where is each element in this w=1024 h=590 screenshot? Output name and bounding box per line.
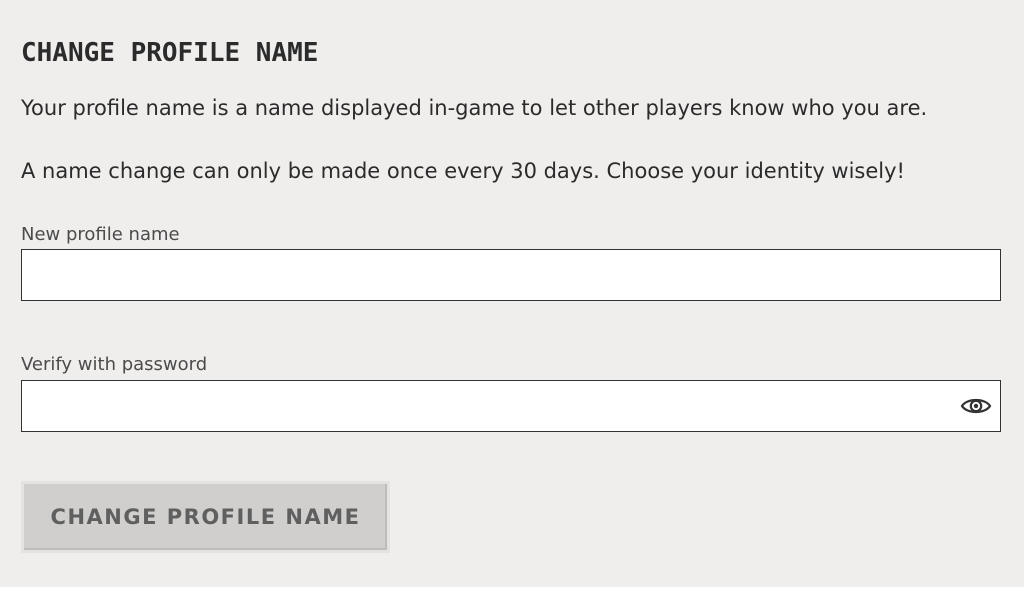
new-profile-name-label: New profile name	[21, 224, 180, 245]
change-profile-name-panel: CHANGE PROFILE NAME Your profile name is…	[0, 0, 1024, 587]
section-title: CHANGE PROFILE NAME	[21, 38, 319, 68]
new-profile-name-field-wrapper	[21, 249, 1001, 301]
eye-icon[interactable]	[960, 392, 992, 420]
change-profile-name-button[interactable]: CHANGE PROFILE NAME	[21, 481, 390, 553]
verify-password-label: Verify with password	[21, 354, 208, 375]
name-change-limit-text: A name change can only be made once ever…	[21, 159, 905, 183]
change-profile-name-button-label: CHANGE PROFILE NAME	[50, 505, 361, 529]
new-profile-name-input[interactable]	[22, 250, 1000, 300]
description-text: Your profile name is a name displayed in…	[21, 96, 928, 120]
verify-password-field-wrapper	[21, 380, 1001, 432]
verify-password-input[interactable]	[22, 381, 1000, 431]
